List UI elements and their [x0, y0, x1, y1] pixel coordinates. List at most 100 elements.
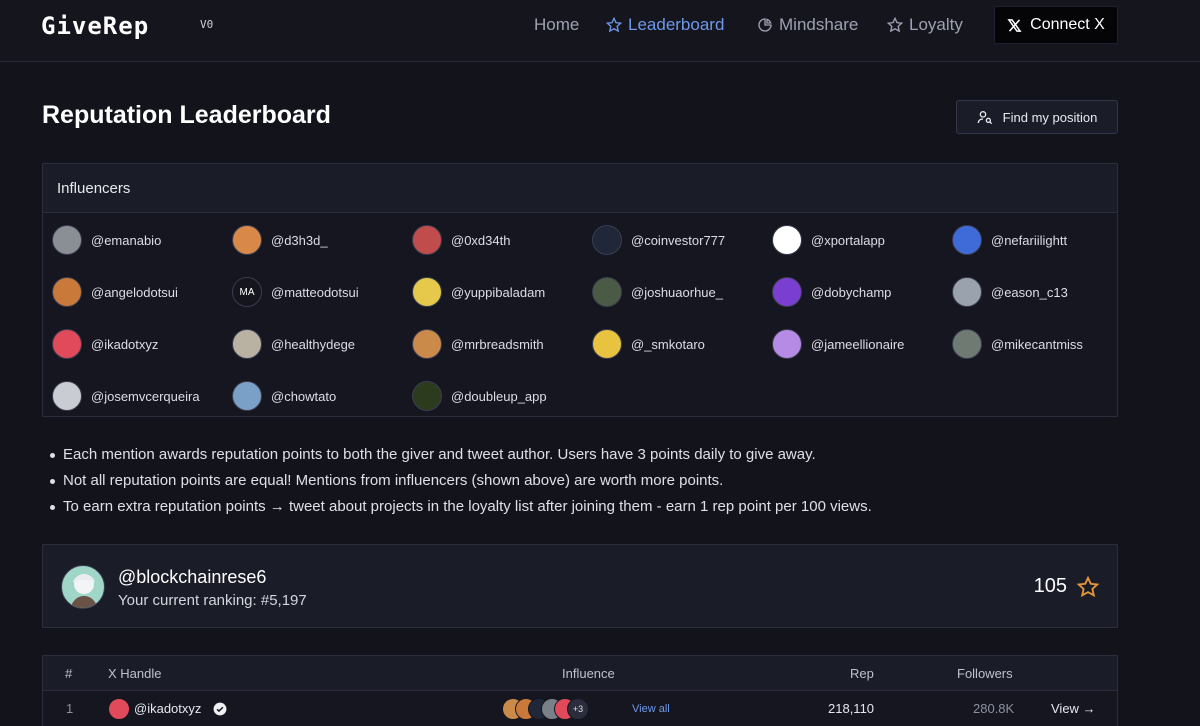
avatar — [61, 565, 105, 609]
influencer-handle: @jameellionaire — [811, 336, 905, 352]
avatar: MA — [232, 277, 262, 307]
row-handle[interactable]: @ikadotxyz — [134, 701, 201, 716]
avatar — [52, 277, 82, 307]
influencer-handle: @d3h3d_ — [271, 232, 328, 248]
influencer-handle: @joshuaorhue_ — [631, 284, 723, 300]
influencer-item[interactable]: @xportalapp — [772, 214, 952, 266]
version-badge: V0 — [200, 18, 214, 31]
avatar — [592, 225, 622, 255]
avatar — [772, 225, 802, 255]
avatar — [232, 225, 262, 255]
influencer-item[interactable]: @_smkotaro — [592, 318, 772, 370]
row-view-link[interactable]: View → — [1051, 701, 1096, 716]
influencers-panel: Influencers @emanabio @d3h3d_ @0xd34th @coi… — [42, 163, 1118, 417]
influencer-item[interactable]: MA @matteodotsui — [232, 266, 412, 318]
influencer-item[interactable]: @dobychamp — [772, 266, 952, 318]
influencer-handle: @matteodotsui — [271, 284, 359, 300]
influencer-handle: @doubleup_app — [451, 388, 547, 404]
leaderboard-table: # X Handle Influence Rep Followers 1 @ik… — [42, 655, 1118, 726]
influencer-item[interactable]: @mrbreadsmith — [412, 318, 592, 370]
influencer-item[interactable]: @josemvcerqueira — [52, 370, 232, 422]
influencer-item[interactable]: @angelodotsui — [52, 266, 232, 318]
influencer-handle: @mikecantmiss — [991, 336, 1083, 352]
row-rank: 1 — [66, 701, 74, 716]
influencer-item[interactable]: @ikadotxyz — [52, 318, 232, 370]
col-rep: Rep — [850, 666, 874, 681]
influencer-handle: @chowtato — [271, 388, 337, 404]
rules-list: Each mention awards reputation points to… — [50, 446, 872, 524]
current-user-card: @blockchainrese6 Your current ranking: #… — [42, 544, 1118, 628]
influencer-handle: @emanabio — [91, 232, 162, 248]
influencer-handle: @0xd34th — [451, 232, 511, 248]
influencer-handle: @angelodotsui — [91, 284, 178, 300]
influencer-item[interactable]: @yuppibaladam — [412, 266, 592, 318]
avatar — [232, 329, 262, 359]
verified-icon — [213, 702, 227, 716]
influencer-item[interactable]: @coinvestor777 — [592, 214, 772, 266]
influencer-handle: @ikadotxyz — [91, 336, 159, 352]
connect-x-button[interactable]: Connect X — [994, 6, 1118, 44]
avatar — [592, 277, 622, 307]
avatar — [52, 329, 82, 359]
influencer-item[interactable]: @mikecantmiss — [952, 318, 1132, 370]
more-count: +3 — [567, 698, 589, 720]
top-nav: GiveRep V0 Home Leaderboard Mindshare Lo… — [0, 0, 1200, 62]
col-handle: X Handle — [108, 666, 162, 681]
influencer-handle: @_smkotaro — [631, 336, 705, 352]
influencer-item[interactable]: @d3h3d_ — [232, 214, 412, 266]
rule-item: Not all reputation points are equal! Men… — [50, 472, 872, 498]
user-ranking: Your current ranking: #5,197 — [118, 592, 307, 609]
user-handle: @blockchainrese6 — [118, 567, 267, 587]
page-title: Reputation Leaderboard — [42, 101, 331, 129]
influencer-handle: @josemvcerqueira — [91, 388, 200, 404]
influencer-handle: @dobychamp — [811, 284, 892, 300]
influencer-handle: @coinvestor777 — [631, 232, 726, 248]
row-followers: 280.8K — [973, 701, 1015, 716]
row-rep: 218,110 — [828, 701, 875, 716]
avatar — [52, 381, 82, 411]
influencer-item[interactable]: @healthydege — [232, 318, 412, 370]
col-followers: Followers — [957, 666, 1013, 681]
col-rank: # — [65, 666, 73, 681]
influencers-grid: @emanabio @d3h3d_ @0xd34th @coinvestor777 @x… — [43, 214, 1119, 422]
avatar — [232, 381, 262, 411]
influencers-heading: Influencers — [43, 164, 1117, 213]
avatar — [952, 225, 982, 255]
avatar — [412, 277, 442, 307]
star-icon — [1077, 575, 1099, 597]
star-icon — [887, 17, 903, 33]
rule-item: To earn extra reputation points → tweet … — [50, 498, 872, 524]
user-score: 105 — [1034, 575, 1099, 598]
influencer-handle: @yuppibaladam — [451, 284, 546, 300]
table-row[interactable]: 1 @ikadotxyz +3 View all 218,110 280.8K … — [43, 691, 1117, 726]
nav-mindshare[interactable]: Mindshare — [757, 15, 858, 35]
influencer-item[interactable]: @joshuaorhue_ — [592, 266, 772, 318]
avatar — [412, 329, 442, 359]
find-my-position-button[interactable]: Find my position — [956, 100, 1118, 134]
avatar — [412, 225, 442, 255]
influencer-handle: @nefariilightt — [991, 232, 1068, 248]
influencer-item[interactable]: @jameellionaire — [772, 318, 952, 370]
rule-item: Each mention awards reputation points to… — [50, 446, 872, 472]
influencer-item[interactable]: @nefariilightt — [952, 214, 1132, 266]
star-icon — [606, 17, 622, 33]
avatar — [52, 225, 82, 255]
avatar — [952, 277, 982, 307]
influencer-item[interactable]: @emanabio — [52, 214, 232, 266]
col-influence: Influence — [562, 666, 615, 681]
influencer-handle: @mrbreadsmith — [451, 336, 544, 352]
influencer-item[interactable]: @eason_c13 — [952, 266, 1132, 318]
influencer-item[interactable]: @0xd34th — [412, 214, 592, 266]
influencer-item[interactable]: @chowtato — [232, 370, 412, 422]
x-logo-icon — [1007, 18, 1022, 32]
avatar — [108, 698, 130, 720]
nav-home[interactable]: Home — [534, 15, 579, 35]
influencer-handle: @healthydege — [271, 336, 356, 352]
influencer-item[interactable]: @doubleup_app — [412, 370, 592, 422]
influencer-handle: @eason_c13 — [991, 284, 1068, 300]
nav-leaderboard[interactable]: Leaderboard — [606, 15, 724, 35]
logo[interactable]: GiveRep — [41, 12, 149, 40]
view-all-link[interactable]: View all — [632, 703, 670, 715]
pie-chart-icon — [758, 18, 772, 32]
nav-loyalty[interactable]: Loyalty — [887, 15, 963, 35]
